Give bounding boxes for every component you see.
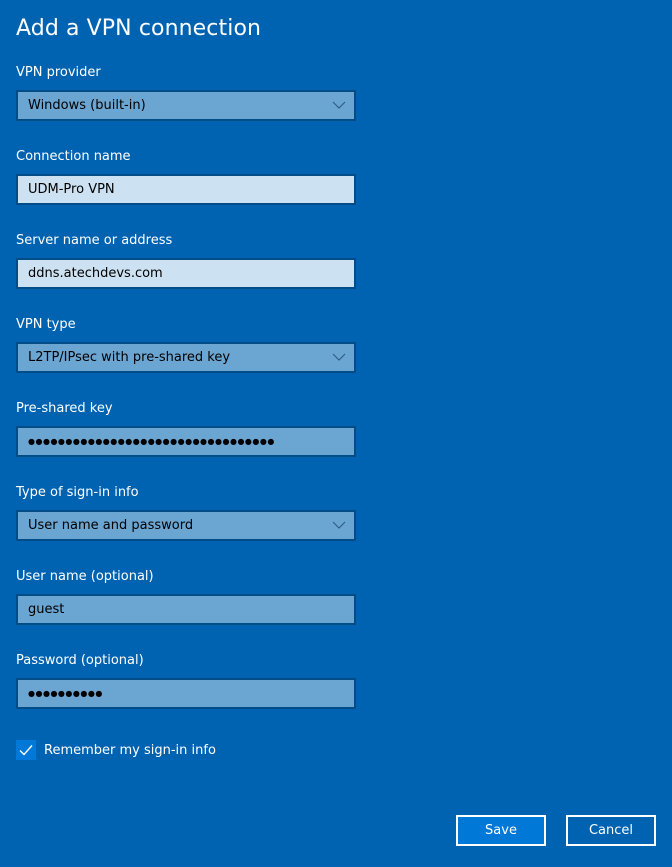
sign-in-type-field: Type of sign-in info User name and passw… — [16, 484, 356, 541]
checkmark-icon — [19, 745, 33, 756]
vpn-type-label: VPN type — [16, 317, 76, 332]
vpn-provider-field: VPN provider Windows (built-in) — [16, 64, 356, 121]
chevron-down-icon — [332, 521, 346, 529]
connection-name-input[interactable]: UDM-Pro VPN — [16, 174, 356, 205]
sign-in-type-label: Type of sign-in info — [16, 485, 139, 500]
chevron-down-icon — [332, 101, 346, 109]
server-input[interactable]: ddns.atechdevs.com — [16, 258, 356, 289]
vpn-type-dropdown[interactable]: L2TP/IPsec with pre-shared key — [16, 342, 356, 373]
remember-sign-in-row[interactable]: Remember my sign-in info — [16, 740, 216, 760]
server-label: Server name or address — [16, 233, 173, 248]
username-label: User name (optional) — [16, 569, 154, 584]
save-button[interactable]: Save — [456, 815, 546, 846]
pre-shared-key-input[interactable]: ●●●●●●●●●●●●●●●●●●●●●●●●●●●●●●●●● — [16, 426, 356, 457]
sign-in-type-dropdown[interactable]: User name and password — [16, 510, 356, 541]
remember-sign-in-label: Remember my sign-in info — [44, 742, 216, 758]
password-field: Password (optional) ●●●●●●●●●● — [16, 652, 356, 709]
connection-name-field: Connection name UDM-Pro VPN — [16, 148, 356, 205]
page-title: Add a VPN connection — [16, 16, 262, 41]
cancel-button[interactable]: Cancel — [566, 815, 656, 846]
pre-shared-key-label: Pre-shared key — [16, 401, 113, 416]
remember-sign-in-checkbox[interactable] — [16, 740, 36, 760]
username-input[interactable]: guest — [16, 594, 356, 625]
chevron-down-icon — [332, 353, 346, 361]
password-label: Password (optional) — [16, 653, 144, 668]
sign-in-type-value: User name and password — [28, 518, 194, 533]
username-field: User name (optional) guest — [16, 568, 356, 625]
vpn-provider-label: VPN provider — [16, 65, 101, 80]
server-field: Server name or address ddns.atechdevs.co… — [16, 232, 356, 289]
vpn-provider-value: Windows (built-in) — [28, 98, 146, 113]
connection-name-label: Connection name — [16, 149, 131, 164]
pre-shared-key-field: Pre-shared key ●●●●●●●●●●●●●●●●●●●●●●●●●… — [16, 400, 356, 457]
vpn-type-value: L2TP/IPsec with pre-shared key — [28, 350, 231, 365]
vpn-type-field: VPN type L2TP/IPsec with pre-shared key — [16, 316, 356, 373]
password-input[interactable]: ●●●●●●●●●● — [16, 678, 356, 709]
vpn-provider-dropdown[interactable]: Windows (built-in) — [16, 90, 356, 121]
